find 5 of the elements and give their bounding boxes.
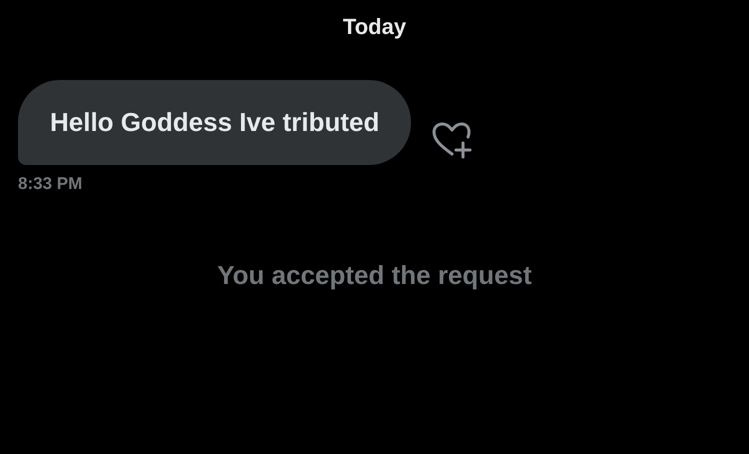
message-bubble: Hello Goddess Ive tributed xyxy=(18,80,412,165)
date-divider: Today xyxy=(342,14,406,40)
message-time: 8:33 PM xyxy=(18,174,82,194)
system-message: You accepted the request xyxy=(217,260,532,291)
heart-plus-icon[interactable] xyxy=(431,121,474,159)
